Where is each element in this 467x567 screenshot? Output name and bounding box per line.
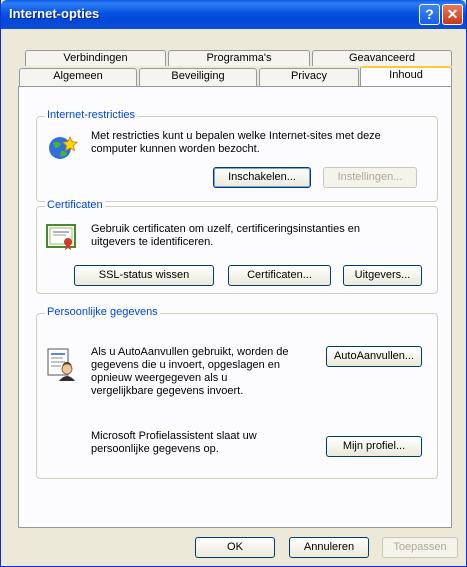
ok-button[interactable]: OK — [195, 537, 275, 558]
profile-text-line1: Microsoft Profielassistent slaat uw — [91, 430, 257, 442]
autofill-text-line2: gegevens die u invoert, opgeslagen en — [91, 359, 280, 371]
apply-button[interactable]: Toepassen — [382, 537, 458, 558]
restrictions-text-line1: Met restricties kunt u bepalen welke Int… — [91, 130, 381, 142]
title-bar[interactable]: Internet-opties ? ✕ — [1, 0, 466, 29]
autofill-text-line4: vergelijkbare gegevens invoert. — [91, 385, 244, 397]
tab-beveiliging[interactable]: Beveiliging — [139, 68, 257, 86]
internet-options-dialog: Internet-opties ? ✕ Verbindingen Program… — [0, 0, 467, 567]
help-button[interactable]: ? — [419, 4, 440, 25]
certificates-group: Certificaten Gebruik certificaten om uze… — [36, 199, 438, 294]
personal-data-group: Persoonlijke gegevens Als u AutoAanvulle… — [36, 306, 438, 479]
settings-button[interactable]: Instellingen... — [323, 167, 417, 188]
tab-geavanceerd[interactable]: Geavanceerd — [312, 50, 452, 66]
tab-privacy[interactable]: Privacy — [259, 68, 359, 86]
clear-ssl-state-button[interactable]: SSL-status wissen — [74, 265, 214, 286]
content-advisor-icon — [47, 131, 79, 167]
autofill-button[interactable]: AutoAanvullen... — [326, 346, 422, 367]
content-tab-panel: Internet-restricties Met restricties kun… — [18, 86, 452, 528]
restrictions-group: Internet-restricties Met restricties kun… — [36, 109, 438, 202]
certificates-legend: Certificaten — [45, 199, 105, 211]
certificates-text-line2: uitgevers te identificeren. — [91, 236, 214, 248]
certificate-icon — [46, 223, 78, 255]
tab-verbindingen[interactable]: Verbindingen — [25, 50, 166, 66]
autofill-text-line1: Als u AutoAanvullen gebruikt, worden de — [91, 346, 289, 358]
window-title: Internet-opties — [9, 6, 100, 21]
certificates-text-line1: Gebruik certificaten om uzelf, certifice… — [91, 223, 361, 235]
autofill-text-line3: opnieuw weergegeven als u — [91, 372, 228, 384]
certificates-button[interactable]: Certificaten... — [228, 265, 331, 286]
close-button[interactable]: ✕ — [442, 4, 463, 25]
restrictions-text-line2: computer kunnen worden bezocht. — [91, 143, 260, 155]
tab-programmas[interactable]: Programma's — [168, 50, 310, 66]
restrictions-legend: Internet-restricties — [45, 109, 138, 121]
profile-text-line2: persoonlijke gegevens op. — [91, 443, 219, 455]
personal-data-legend: Persoonlijke gegevens — [45, 306, 160, 318]
tab-inhoud[interactable]: Inhoud — [360, 66, 452, 86]
my-profile-button[interactable]: Mijn profiel... — [326, 436, 422, 457]
profile-card-icon — [47, 348, 77, 386]
tab-algemeen[interactable]: Algemeen — [19, 68, 137, 86]
cancel-button[interactable]: Annuleren — [289, 537, 369, 558]
publishers-button[interactable]: Uitgevers... — [343, 265, 422, 286]
enable-button[interactable]: Inschakelen... — [213, 167, 311, 188]
